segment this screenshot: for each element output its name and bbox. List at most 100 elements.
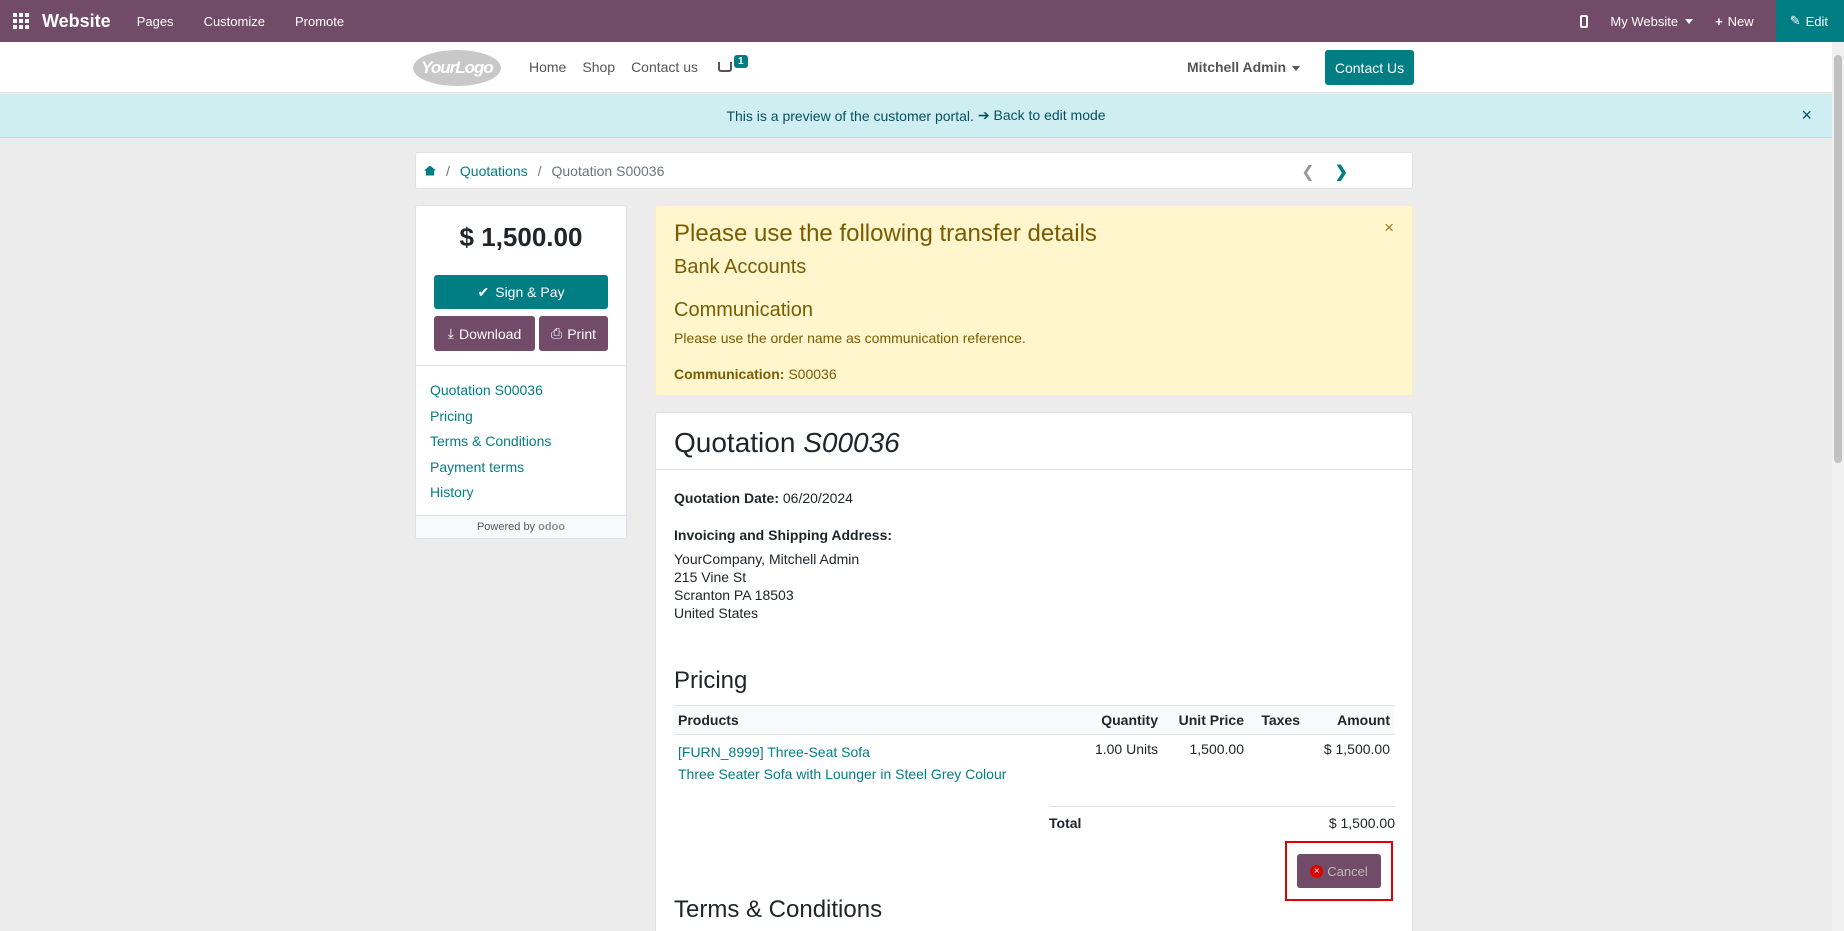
sign-and-pay-button[interactable]: ✔ Sign & Pay [434, 275, 608, 309]
amount-cell: $ 1,500.00 [1323, 741, 1390, 757]
communication-value: S00036 [788, 366, 837, 382]
print-button[interactable]: ⎙ Print [539, 316, 608, 351]
quantity-cell: 1.00 Units [1094, 741, 1158, 757]
address-label: Invoicing and Shipping Address: [674, 527, 893, 543]
product-description[interactable]: Three Seater Sofa with Lounger in Steel … [678, 766, 1006, 782]
new-label: New [1727, 13, 1754, 29]
main-nav: Home Shop Contact us [529, 59, 698, 75]
contact-us-button[interactable]: Contact Us [1325, 50, 1414, 85]
caret-down-icon [1292, 65, 1301, 71]
pricing-heading: Pricing [674, 667, 748, 694]
quotation-date: Quotation Date: 06/20/2024 [674, 490, 1394, 506]
close-circle-icon: × [1310, 864, 1324, 878]
edit-button[interactable]: ✎ Edit [1775, 0, 1844, 42]
record-pager: ❮ ❯ [1301, 162, 1348, 182]
chevron-right-icon[interactable]: ❯ [1335, 162, 1348, 182]
website-switcher[interactable]: My Website [1610, 14, 1694, 29]
website-admin-bar: Website Pages Customize Promote My Websi… [0, 0, 1844, 42]
user-name: Mitchell Admin [1187, 59, 1287, 75]
print-label: Print [567, 325, 596, 342]
product-cell: [FURN_8999] Three-Seat Sofa Three Seater… [674, 735, 1082, 792]
plus-icon: + [1715, 13, 1723, 29]
user-menu[interactable]: Mitchell Admin [1187, 59, 1301, 75]
sign-pay-label: Sign & Pay [495, 284, 565, 300]
print-icon: ⎙ [551, 325, 563, 341]
close-alert-icon[interactable]: × [1384, 218, 1394, 238]
new-button[interactable]: + New [1715, 14, 1754, 29]
powered-by: Powered by odoo [416, 515, 626, 538]
nav-contact-us[interactable]: Contact us [631, 59, 698, 75]
cart-icon [718, 62, 732, 72]
odoo-logo[interactable]: odoo [538, 521, 565, 533]
menu-customize[interactable]: Customize [204, 14, 265, 29]
quotation-date-label: Quotation Date: [674, 490, 779, 506]
column-header: Quantity [1082, 705, 1162, 735]
mobile-preview-button[interactable] [1580, 14, 1589, 28]
column-header: Taxes [1248, 705, 1304, 735]
menu-pages[interactable]: Pages [137, 14, 174, 29]
sidebar-nav: Quotation S00036 Pricing Terms & Conditi… [430, 378, 551, 506]
sidebar-link-pricing[interactable]: Pricing [430, 404, 551, 430]
communication-label: Communication: [674, 366, 785, 382]
unit-price-cell: 1,500.00 [1189, 741, 1245, 757]
powered-by-label: Powered by [476, 521, 536, 533]
quotation-title: Quotation S00036 [656, 413, 1412, 470]
address-line: 215 Vine St [674, 569, 747, 585]
close-banner-icon[interactable]: × [1801, 105, 1812, 126]
quotation-date-value: 06/20/2024 [782, 490, 853, 506]
total-amount: $ 1,500.00 [459, 222, 583, 252]
check-icon: ✔ [477, 283, 490, 300]
address-line: YourCompany, Mitchell Admin [674, 551, 860, 567]
sidebar-link-quotation[interactable]: Quotation S00036 [430, 378, 551, 404]
site-header: YourLogo Home Shop Contact us 1 Mitchell… [0, 42, 1832, 93]
apps-menu-icon[interactable] [0, 0, 42, 42]
quotation-title-prefix: Quotation [674, 427, 796, 458]
breadcrumb-separator: / [537, 162, 542, 179]
column-header: Products [674, 705, 1082, 735]
total-row: Total $ 1,500.00 [1049, 806, 1395, 831]
cart-count-badge: 1 [734, 55, 748, 68]
quotation-sidebar: $ 1,500.00 ✔ Sign & Pay ⤓ Download ⎙ Print … [415, 205, 627, 539]
communication-line: Communication: S00036 [674, 366, 1394, 382]
home-icon[interactable] [424, 165, 436, 176]
cancel-label: Cancel [1327, 863, 1368, 879]
sidebar-link-payment-terms[interactable]: Payment terms [430, 455, 551, 481]
scrollbar-thumb[interactable] [1834, 55, 1842, 463]
address-line: Scranton PA 18503 [674, 587, 794, 603]
edit-label: Edit [1805, 13, 1828, 29]
site-logo[interactable]: YourLogo [413, 50, 501, 86]
transfer-details-alert: Please use the following transfer detail… [655, 205, 1413, 396]
app-brand[interactable]: Website [42, 11, 111, 32]
pencil-icon: ✎ [1789, 13, 1801, 28]
back-to-edit-link[interactable]: ➔ Back to edit mode [978, 107, 1106, 124]
breadcrumb: / Quotations / Quotation S00036 ❮ ❯ [415, 152, 1413, 189]
breadcrumb-separator: / [446, 162, 450, 179]
divider [416, 365, 626, 366]
product-link[interactable]: [FURN_8999] Three-Seat Sofa [678, 744, 870, 760]
caret-down-icon [1685, 18, 1694, 24]
breadcrumb-current: Quotation S00036 [551, 162, 665, 179]
cart-link[interactable]: 1 [718, 55, 748, 75]
banner-text: This is a preview of the customer portal… [726, 107, 974, 124]
nav-shop[interactable]: Shop [582, 59, 615, 75]
communication-heading: Communication [674, 299, 813, 321]
nav-home[interactable]: Home [529, 59, 566, 75]
table-header-row: Products Quantity Unit Price Taxes Amoun… [674, 705, 1394, 735]
quotation-reference: S00036 [803, 427, 900, 458]
sidebar-link-terms[interactable]: Terms & Conditions [430, 429, 551, 455]
column-header: Unit Price [1162, 705, 1248, 735]
download-button[interactable]: ⤓ Download [434, 316, 535, 351]
quotation-card: Quotation S00036 Quotation Date: 06/20/2… [655, 412, 1413, 931]
total-label: Total [1049, 815, 1082, 831]
terms-heading: Terms & Conditions [674, 896, 883, 923]
sidebar-link-history[interactable]: History [430, 480, 551, 506]
menu-promote[interactable]: Promote [295, 14, 344, 29]
address-block: Invoicing and Shipping Address: YourComp… [674, 526, 1394, 622]
column-header: Amount [1304, 705, 1394, 735]
page-scrollbar[interactable] [1832, 42, 1844, 931]
back-to-edit-label: Back to edit mode [993, 107, 1106, 123]
breadcrumb-quotations[interactable]: Quotations [460, 163, 528, 179]
cancel-button[interactable]: × Cancel [1297, 854, 1381, 888]
pricing-table: Products Quantity Unit Price Taxes Amoun… [674, 705, 1394, 791]
chevron-left-icon[interactable]: ❮ [1301, 162, 1314, 182]
